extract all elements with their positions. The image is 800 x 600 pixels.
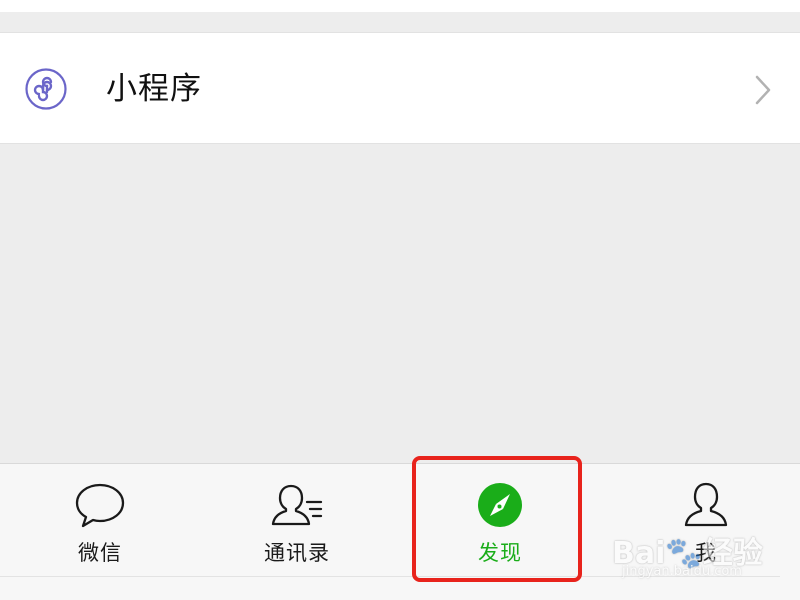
wechat-discover-page: 小程序 微信 通讯录 发现 我 Bai🐾经验 jingyan.baidu.com — [0, 0, 800, 600]
tab-discover[interactable]: 发现 — [400, 464, 600, 600]
mini-programs-row[interactable]: 小程序 — [0, 32, 800, 144]
tab-contacts-label: 通讯录 — [264, 541, 330, 565]
chat-bubble-icon — [75, 483, 125, 528]
tab-contacts[interactable]: 通讯录 — [197, 464, 397, 600]
tab-chats-label: 微信 — [78, 541, 122, 565]
empty-background — [0, 145, 800, 463]
mini-programs-label: 小程序 — [106, 71, 202, 107]
compass-icon — [478, 483, 522, 527]
contacts-icon — [271, 484, 323, 526]
previous-row-edge — [0, 0, 800, 12]
chevron-right-icon — [755, 75, 771, 105]
section-gap — [0, 12, 800, 32]
tab-discover-label: 发现 — [478, 541, 522, 565]
watermark-url: jingyan.baidu.com — [622, 564, 742, 579]
watermark: Bai🐾经验 jingyan.baidu.com — [612, 520, 772, 590]
mini-program-icon — [25, 68, 67, 110]
tab-chats[interactable]: 微信 — [0, 464, 200, 600]
